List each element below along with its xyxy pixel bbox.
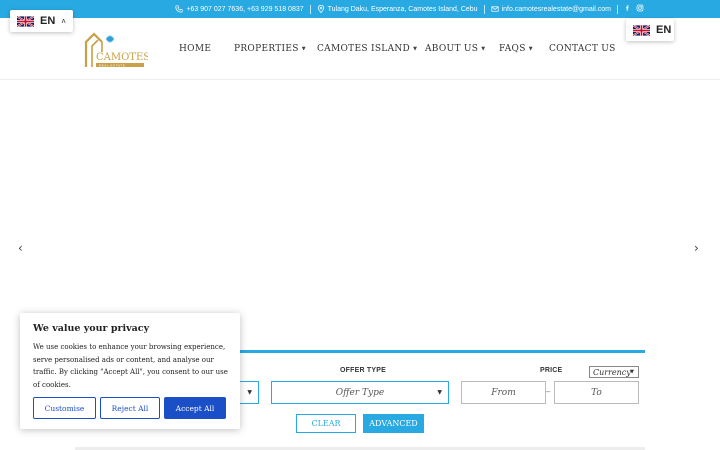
caret-down-icon: ▼ <box>481 46 486 52</box>
accept-all-button[interactable]: Accept All <box>164 397 226 419</box>
price-from-input[interactable]: From <box>461 381 546 404</box>
uk-flag-icon <box>632 24 651 36</box>
nav-label: FAQS <box>499 44 526 54</box>
cookie-actions: Customise Reject All Accept All <box>33 397 226 419</box>
top-info-bar: +63 907 027 7636, +63 929 518 0837 Tulan… <box>0 0 720 18</box>
caret-down-icon: ▼ <box>413 46 418 52</box>
caret-down-icon: ▼ <box>247 389 252 396</box>
cookie-message: We use cookies to enhance your browsing … <box>33 343 228 389</box>
offer-type-label: OFFER TYPE <box>340 367 386 374</box>
facebook-icon[interactable] <box>624 4 631 14</box>
nav-label: CONTACT US <box>549 44 616 54</box>
phone-icon <box>175 5 184 13</box>
divider <box>617 4 618 14</box>
clear-button[interactable]: CLEAR <box>296 414 356 433</box>
logo-wordmark: CAMOTES REAL ESTATE <box>96 52 150 67</box>
divider <box>483 4 485 14</box>
phone-numbers: +63 907 027 7636, +63 929 518 0837 <box>186 5 304 13</box>
cookie-consent-banner: We value your privacy We use cookies to … <box>20 313 240 429</box>
site-header: CAMOTES REAL ESTATE HOME PROPERTIES ▼ CA… <box>0 18 720 80</box>
nav-label: HOME <box>179 44 212 54</box>
cookie-title: We value your privacy <box>33 323 150 334</box>
social-links <box>624 4 644 14</box>
nav-item-faqs[interactable]: FAQS ▼ <box>499 44 549 54</box>
language-code: EN <box>656 24 672 36</box>
advanced-search-button[interactable]: ADVANCED <box>363 414 424 433</box>
customise-button[interactable]: Customise <box>33 397 96 419</box>
price-to-placeholder: To <box>591 387 602 398</box>
nav-item-home[interactable]: HOME <box>179 44 234 54</box>
email-text: info.camotesrealestate@gmail.com <box>501 5 611 13</box>
address-contact: Tulang Daku, Esperanza, Camotes Island, … <box>317 5 478 13</box>
nav-item-about-us[interactable]: ABOUT US ▼ <box>425 44 499 54</box>
uk-flag-icon <box>16 15 35 27</box>
reject-all-button[interactable]: Reject All <box>100 397 160 419</box>
offer-type-value: Offer Type <box>335 387 385 398</box>
language-switcher-sticky[interactable]: EN <box>626 19 674 41</box>
language-switcher[interactable]: EN ˄ <box>10 10 73 32</box>
email-contact[interactable]: info.camotesrealestate@gmail.com <box>491 5 611 13</box>
hero-slider: ‹ › <box>0 81 720 351</box>
site-logo[interactable]: CAMOTES REAL ESTATE <box>84 30 150 70</box>
instagram-icon[interactable] <box>636 4 644 14</box>
chevron-up-icon: ˄ <box>61 16 66 26</box>
nav-item-camotes-island[interactable]: CAMOTES ISLAND ▼ <box>317 44 425 54</box>
range-separator: – <box>546 387 551 396</box>
nav-item-contact-us[interactable]: CONTACT US <box>549 44 616 54</box>
nav-label: PROPERTIES <box>234 44 299 54</box>
price-label: PRICE <box>540 367 563 374</box>
address-text: Tulang Daku, Esperanza, Camotes Island, … <box>327 5 478 13</box>
language-code: EN <box>40 15 56 27</box>
currency-select[interactable]: Currency ▼ <box>589 366 639 378</box>
caret-down-icon: ▼ <box>437 389 442 396</box>
page: +63 907 027 7636, +63 929 518 0837 Tulan… <box>0 0 720 450</box>
main-navigation: HOME PROPERTIES ▼ CAMOTES ISLAND ▼ ABOUT… <box>179 44 616 54</box>
logo-word: CAMOTES <box>96 52 148 63</box>
price-from-placeholder: From <box>491 387 516 398</box>
map-pin-icon <box>317 5 325 13</box>
price-to-input[interactable]: To <box>554 381 639 404</box>
mail-icon <box>491 5 499 13</box>
caret-down-icon: ▼ <box>301 46 306 52</box>
phone-contact[interactable]: +63 907 027 7636, +63 929 518 0837 <box>175 5 304 13</box>
nav-label: ABOUT US <box>425 44 479 54</box>
currency-value: Currency <box>593 367 631 377</box>
nav-label: CAMOTES ISLAND <box>317 44 411 54</box>
divider <box>309 4 311 14</box>
logo-tagline: REAL ESTATE <box>99 63 125 67</box>
slider-prev-arrow-icon[interactable]: ‹ <box>18 241 23 255</box>
caret-down-icon: ▼ <box>630 369 634 375</box>
offer-type-select[interactable]: Offer Type ▼ <box>271 381 449 404</box>
slider-next-arrow-icon[interactable]: › <box>694 241 699 255</box>
nav-item-properties[interactable]: PROPERTIES ▼ <box>234 44 317 54</box>
caret-down-icon: ▼ <box>528 46 533 52</box>
